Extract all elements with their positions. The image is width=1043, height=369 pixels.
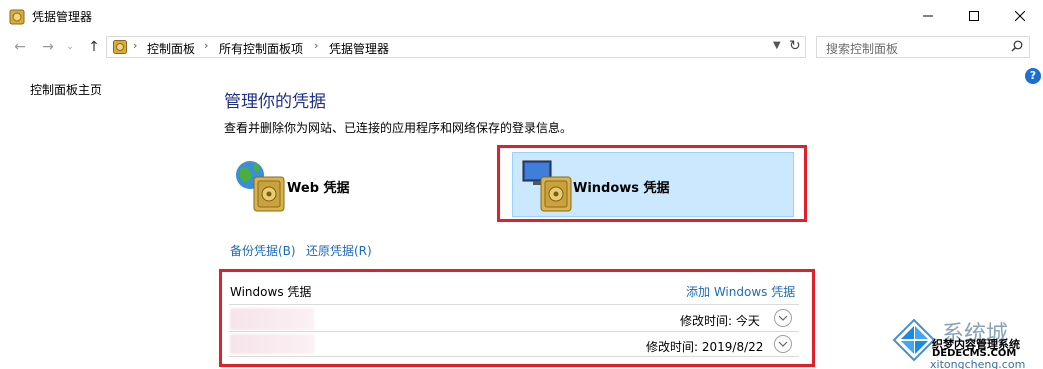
refresh-icon[interactable]: ↻ <box>789 38 801 54</box>
address-dropdown-icon[interactable]: ▼ <box>773 40 781 51</box>
web-credentials-tile[interactable]: Web 凭据 <box>232 155 482 217</box>
restore-credentials-link[interactable]: 还原凭据(R) <box>306 242 372 259</box>
recent-dropdown-icon[interactable]: ⌄ <box>60 36 80 58</box>
minimize-button[interactable] <box>905 0 951 32</box>
breadcrumb-separator-icon: › <box>133 39 138 52</box>
highlight-box <box>497 145 807 222</box>
breadcrumb-separator-icon: › <box>204 39 209 52</box>
search-icon[interactable] <box>1011 40 1023 55</box>
page-description: 查看并删除你为网站、已连接的应用程序和网络保存的登录信息。 <box>224 121 573 135</box>
up-arrow-icon[interactable]: ↑ <box>84 36 104 58</box>
forward-arrow-icon[interactable]: → <box>38 36 58 58</box>
web-credentials-label: Web 凭据 <box>287 181 350 196</box>
highlight-box <box>219 269 815 367</box>
navigation-bar: ← → ⌄ ↑ › 控制面板 › 所有控制面板项 › 凭据管理器 ▼ ↻ 搜索控… <box>0 32 1043 62</box>
breadcrumb-all-items[interactable]: 所有控制面板项 <box>219 40 303 57</box>
breadcrumb-control-panel[interactable]: 控制面板 <box>147 40 195 57</box>
window-title: 凭据管理器 <box>32 10 93 24</box>
search-input[interactable]: 搜索控制面板 <box>826 40 898 57</box>
address-bar[interactable]: › 控制面板 › 所有控制面板项 › 凭据管理器 ▼ ↻ <box>106 36 806 58</box>
breadcrumb-credential-manager[interactable]: 凭据管理器 <box>329 40 389 57</box>
backup-credentials-link[interactable]: 备份凭据(B) <box>230 242 296 259</box>
control-panel-home-link[interactable]: 控制面板主页 <box>30 81 102 98</box>
watermark-site: xitongcheng.com <box>930 358 1026 369</box>
search-box[interactable]: 搜索控制面板 <box>816 36 1030 58</box>
control-panel-icon <box>113 40 127 54</box>
breadcrumb-separator-icon: › <box>314 39 319 52</box>
title-bar: 凭据管理器 <box>0 0 1043 32</box>
close-button[interactable] <box>997 0 1043 32</box>
maximize-button[interactable] <box>951 0 997 32</box>
help-icon[interactable]: ? <box>1025 68 1041 84</box>
page-title: 管理你的凭据 <box>224 92 326 112</box>
globe-vault-icon <box>234 157 288 216</box>
watermark: 系统城 织梦内容管理系统 DEDECMS.COM xitongcheng.com <box>890 312 1043 369</box>
back-arrow-icon[interactable]: ← <box>10 36 30 58</box>
vault-icon <box>9 9 25 25</box>
